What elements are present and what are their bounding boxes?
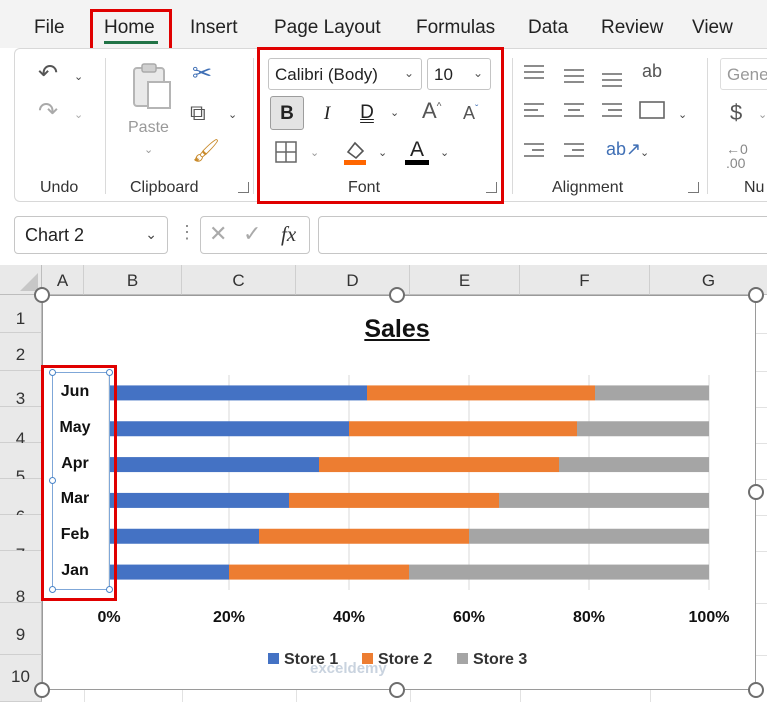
watermark: exceldemy <box>310 660 387 677</box>
chart-resize-handle[interactable] <box>748 682 764 698</box>
bar-mar-store-3[interactable] <box>499 492 709 508</box>
bar-jun-store-1[interactable] <box>109 385 367 401</box>
chart-resize-handle[interactable] <box>389 682 405 698</box>
chart-resize-handle[interactable] <box>34 682 50 698</box>
bar-jan-store-3[interactable] <box>409 564 709 580</box>
legend-swatch <box>268 653 279 664</box>
x-tick-label: 20% <box>212 609 246 626</box>
legend-store-3[interactable]: Store 3 <box>457 651 527 669</box>
x-tick-label: 80% <box>572 609 606 626</box>
category-label-feb: Feb <box>60 526 90 544</box>
category-label-apr: Apr <box>61 454 89 472</box>
bar-jun-store-3[interactable] <box>595 385 709 401</box>
bar-jan-store-1[interactable] <box>109 564 229 580</box>
selection-handle[interactable] <box>49 477 56 484</box>
x-tick-label: 60% <box>452 609 486 626</box>
bar-mar-store-1[interactable] <box>109 492 289 508</box>
bar-feb-store-3[interactable] <box>469 528 709 544</box>
category-label-jun: Jun <box>60 382 90 400</box>
bar-mar-store-2[interactable] <box>289 492 499 508</box>
selection-handle[interactable] <box>106 586 113 593</box>
legend-label: Store 3 <box>473 651 528 668</box>
bar-apr-store-3[interactable] <box>559 457 709 473</box>
bar-may-store-1[interactable] <box>109 421 349 437</box>
x-tick-label: 100% <box>688 609 730 626</box>
chart-resize-handle[interactable] <box>748 287 764 303</box>
category-label-may: May <box>59 418 91 436</box>
selection-handle[interactable] <box>106 369 113 376</box>
selection-handle[interactable] <box>49 369 56 376</box>
bar-may-store-2[interactable] <box>349 421 577 437</box>
bar-apr-store-2[interactable] <box>319 457 559 473</box>
x-tick-label: 0% <box>97 609 121 626</box>
chart-resize-handle[interactable] <box>34 287 50 303</box>
bar-jan-store-2[interactable] <box>229 564 409 580</box>
selection-handle[interactable] <box>49 586 56 593</box>
category-label-mar: Mar <box>60 490 90 508</box>
bar-feb-store-2[interactable] <box>259 528 469 544</box>
category-axis-selection[interactable] <box>52 372 110 590</box>
category-label-jan: Jan <box>61 562 89 580</box>
x-tick-label: 40% <box>332 609 366 626</box>
bar-feb-store-1[interactable] <box>109 528 259 544</box>
chart-resize-handle[interactable] <box>389 287 405 303</box>
bar-jun-store-2[interactable] <box>367 385 595 401</box>
bar-may-store-3[interactable] <box>577 421 709 437</box>
bar-apr-store-1[interactable] <box>109 457 319 473</box>
legend-swatch <box>457 653 468 664</box>
chart-resize-handle[interactable] <box>748 484 764 500</box>
